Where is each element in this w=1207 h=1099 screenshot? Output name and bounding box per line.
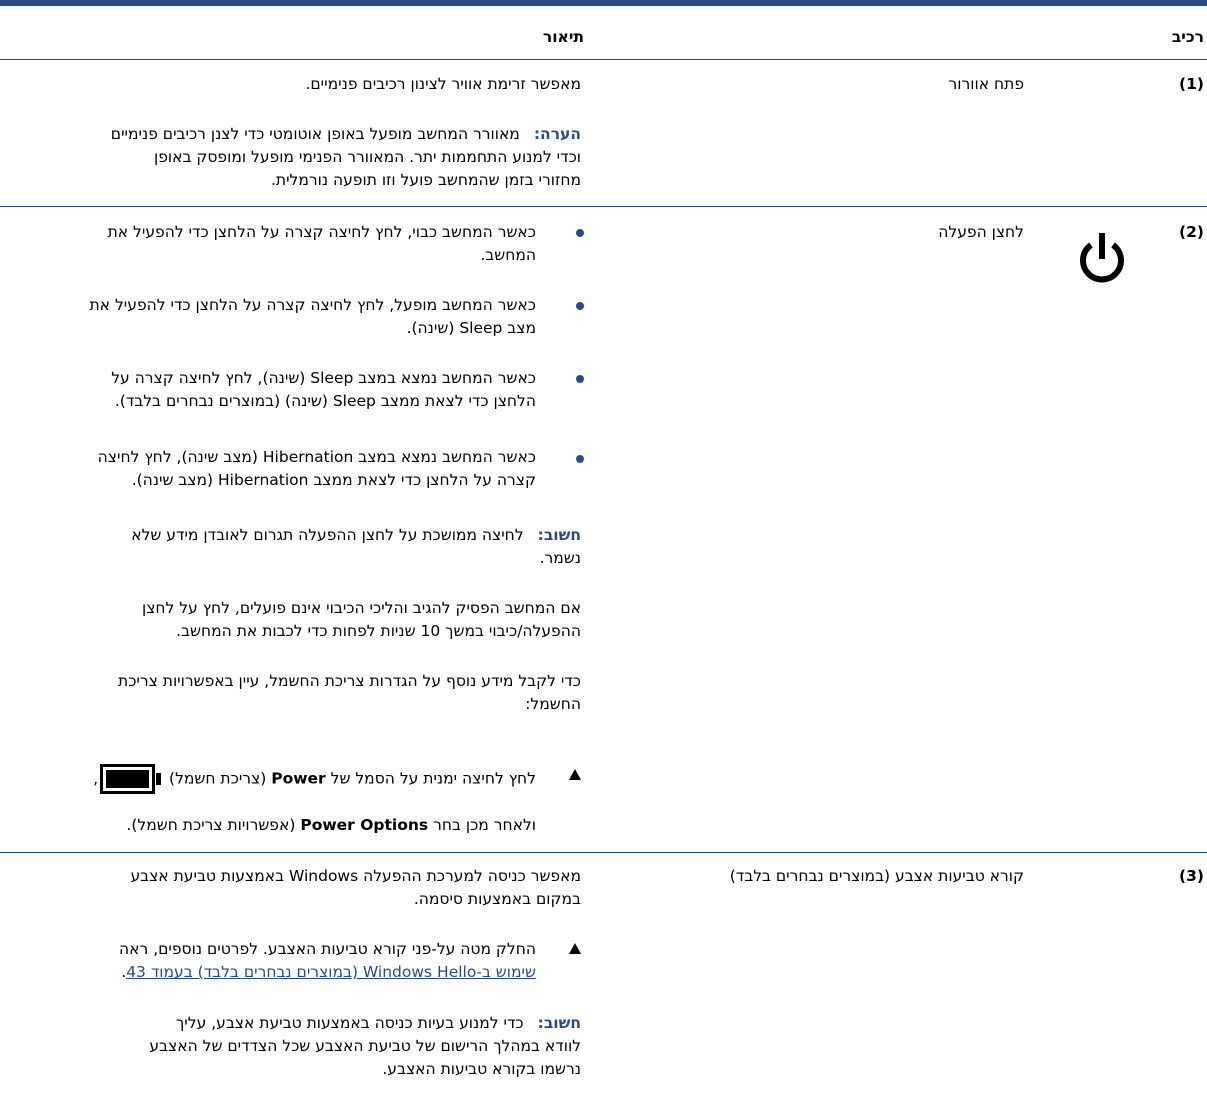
note-line-3: מחזורי בזמן שהמחשב פועל וזו תופעה נורמלי… bbox=[270, 171, 581, 189]
row-2-paragraph-1: אם המחשב הפסיק להגיב והליכי הכיבוי אינם … bbox=[141, 599, 581, 640]
row-1-component-name: פתח אוורור bbox=[948, 75, 1024, 93]
row-3-component-name: קורא טביעות אצבע (במוצרים נבחרים בלבד) bbox=[729, 867, 1024, 885]
column-header-description: תיאור bbox=[542, 28, 584, 46]
row-3-number: (3) bbox=[1179, 867, 1204, 885]
bullet-item: כאשר המחשב כבוי, לחץ לחיצה קצרה על הלחצן… bbox=[107, 223, 536, 264]
row-2-step: לחץ לחיצה ימנית על הסמל של Power (צריכת … bbox=[0, 764, 536, 794]
important-label: חשוב: bbox=[537, 526, 581, 544]
bullet-dot bbox=[576, 375, 584, 383]
bullet-item: כאשר המחשב נמצא במצב Hibernation (מצב שי… bbox=[97, 448, 536, 489]
row-2-step-continuation: ולאחר מכן בחר Power Options (אפשרויות צר… bbox=[126, 816, 536, 834]
important-label: חשוב: bbox=[537, 1014, 581, 1032]
row-3-important: חשוב:כדי למנוע בעיות כניסה באמצעות טביעת… bbox=[149, 1014, 581, 1078]
windows-hello-link[interactable]: שימוש ב-Windows Hello (במוצרים נבחרים בל… bbox=[126, 963, 536, 981]
battery-icon bbox=[100, 764, 162, 794]
bullet-dot bbox=[576, 229, 584, 237]
row-3-description: מאפשר כניסה למערכת ההפעלה Windows באמצעו… bbox=[130, 867, 581, 908]
bullet-dot bbox=[576, 302, 584, 310]
row-2-paragraph-2: כדי לקבל מידע נוסף על הגדרות צריכת החשמל… bbox=[118, 672, 581, 713]
bullet-item: כאשר המחשב מופעל, לחץ לחיצה קצרה על הלחצ… bbox=[89, 296, 536, 337]
note-label: הערה: bbox=[533, 125, 581, 143]
note-line-1: מאוורר המחשב מופעל באופן אוטומטי כדי לצנ… bbox=[110, 125, 520, 143]
row-1-description: מאפשר זרימת אוויר לצינון רכיבים פנימיים. bbox=[305, 75, 581, 93]
power-icon bbox=[1080, 233, 1124, 283]
top-border bbox=[0, 0, 1207, 6]
header-divider bbox=[0, 59, 1207, 60]
row-divider-2 bbox=[0, 852, 1207, 853]
note-line-2: וכדי למנוע התחממות יתר. המאוורר הפנימי מ… bbox=[154, 148, 581, 166]
row-1-note: הערה: מאוורר המחשב מופעל באופן אוטומטי כד… bbox=[0, 123, 581, 192]
row-divider-1 bbox=[0, 206, 1207, 207]
column-header-component: רכיב bbox=[1171, 28, 1204, 46]
row-2-component-name: לחצן הפעלה bbox=[938, 223, 1024, 241]
bullet-item: כאשר המחשב נמצא במצב Sleep (שינה), לחץ ל… bbox=[111, 369, 536, 410]
row-3-step: החלק מטה על-פני קורא טביעות האצבע. לפרטי… bbox=[119, 940, 536, 981]
row-2-number: (2) bbox=[1179, 223, 1204, 241]
step-arrow-icon bbox=[569, 943, 581, 954]
step-arrow-icon bbox=[569, 769, 581, 780]
row-1-number: (1) bbox=[1179, 75, 1204, 93]
row-2-important: חשוב:לחיצה ממושכת על לחצן ההפעלה תגרום ל… bbox=[131, 526, 581, 567]
bullet-dot bbox=[576, 455, 584, 463]
